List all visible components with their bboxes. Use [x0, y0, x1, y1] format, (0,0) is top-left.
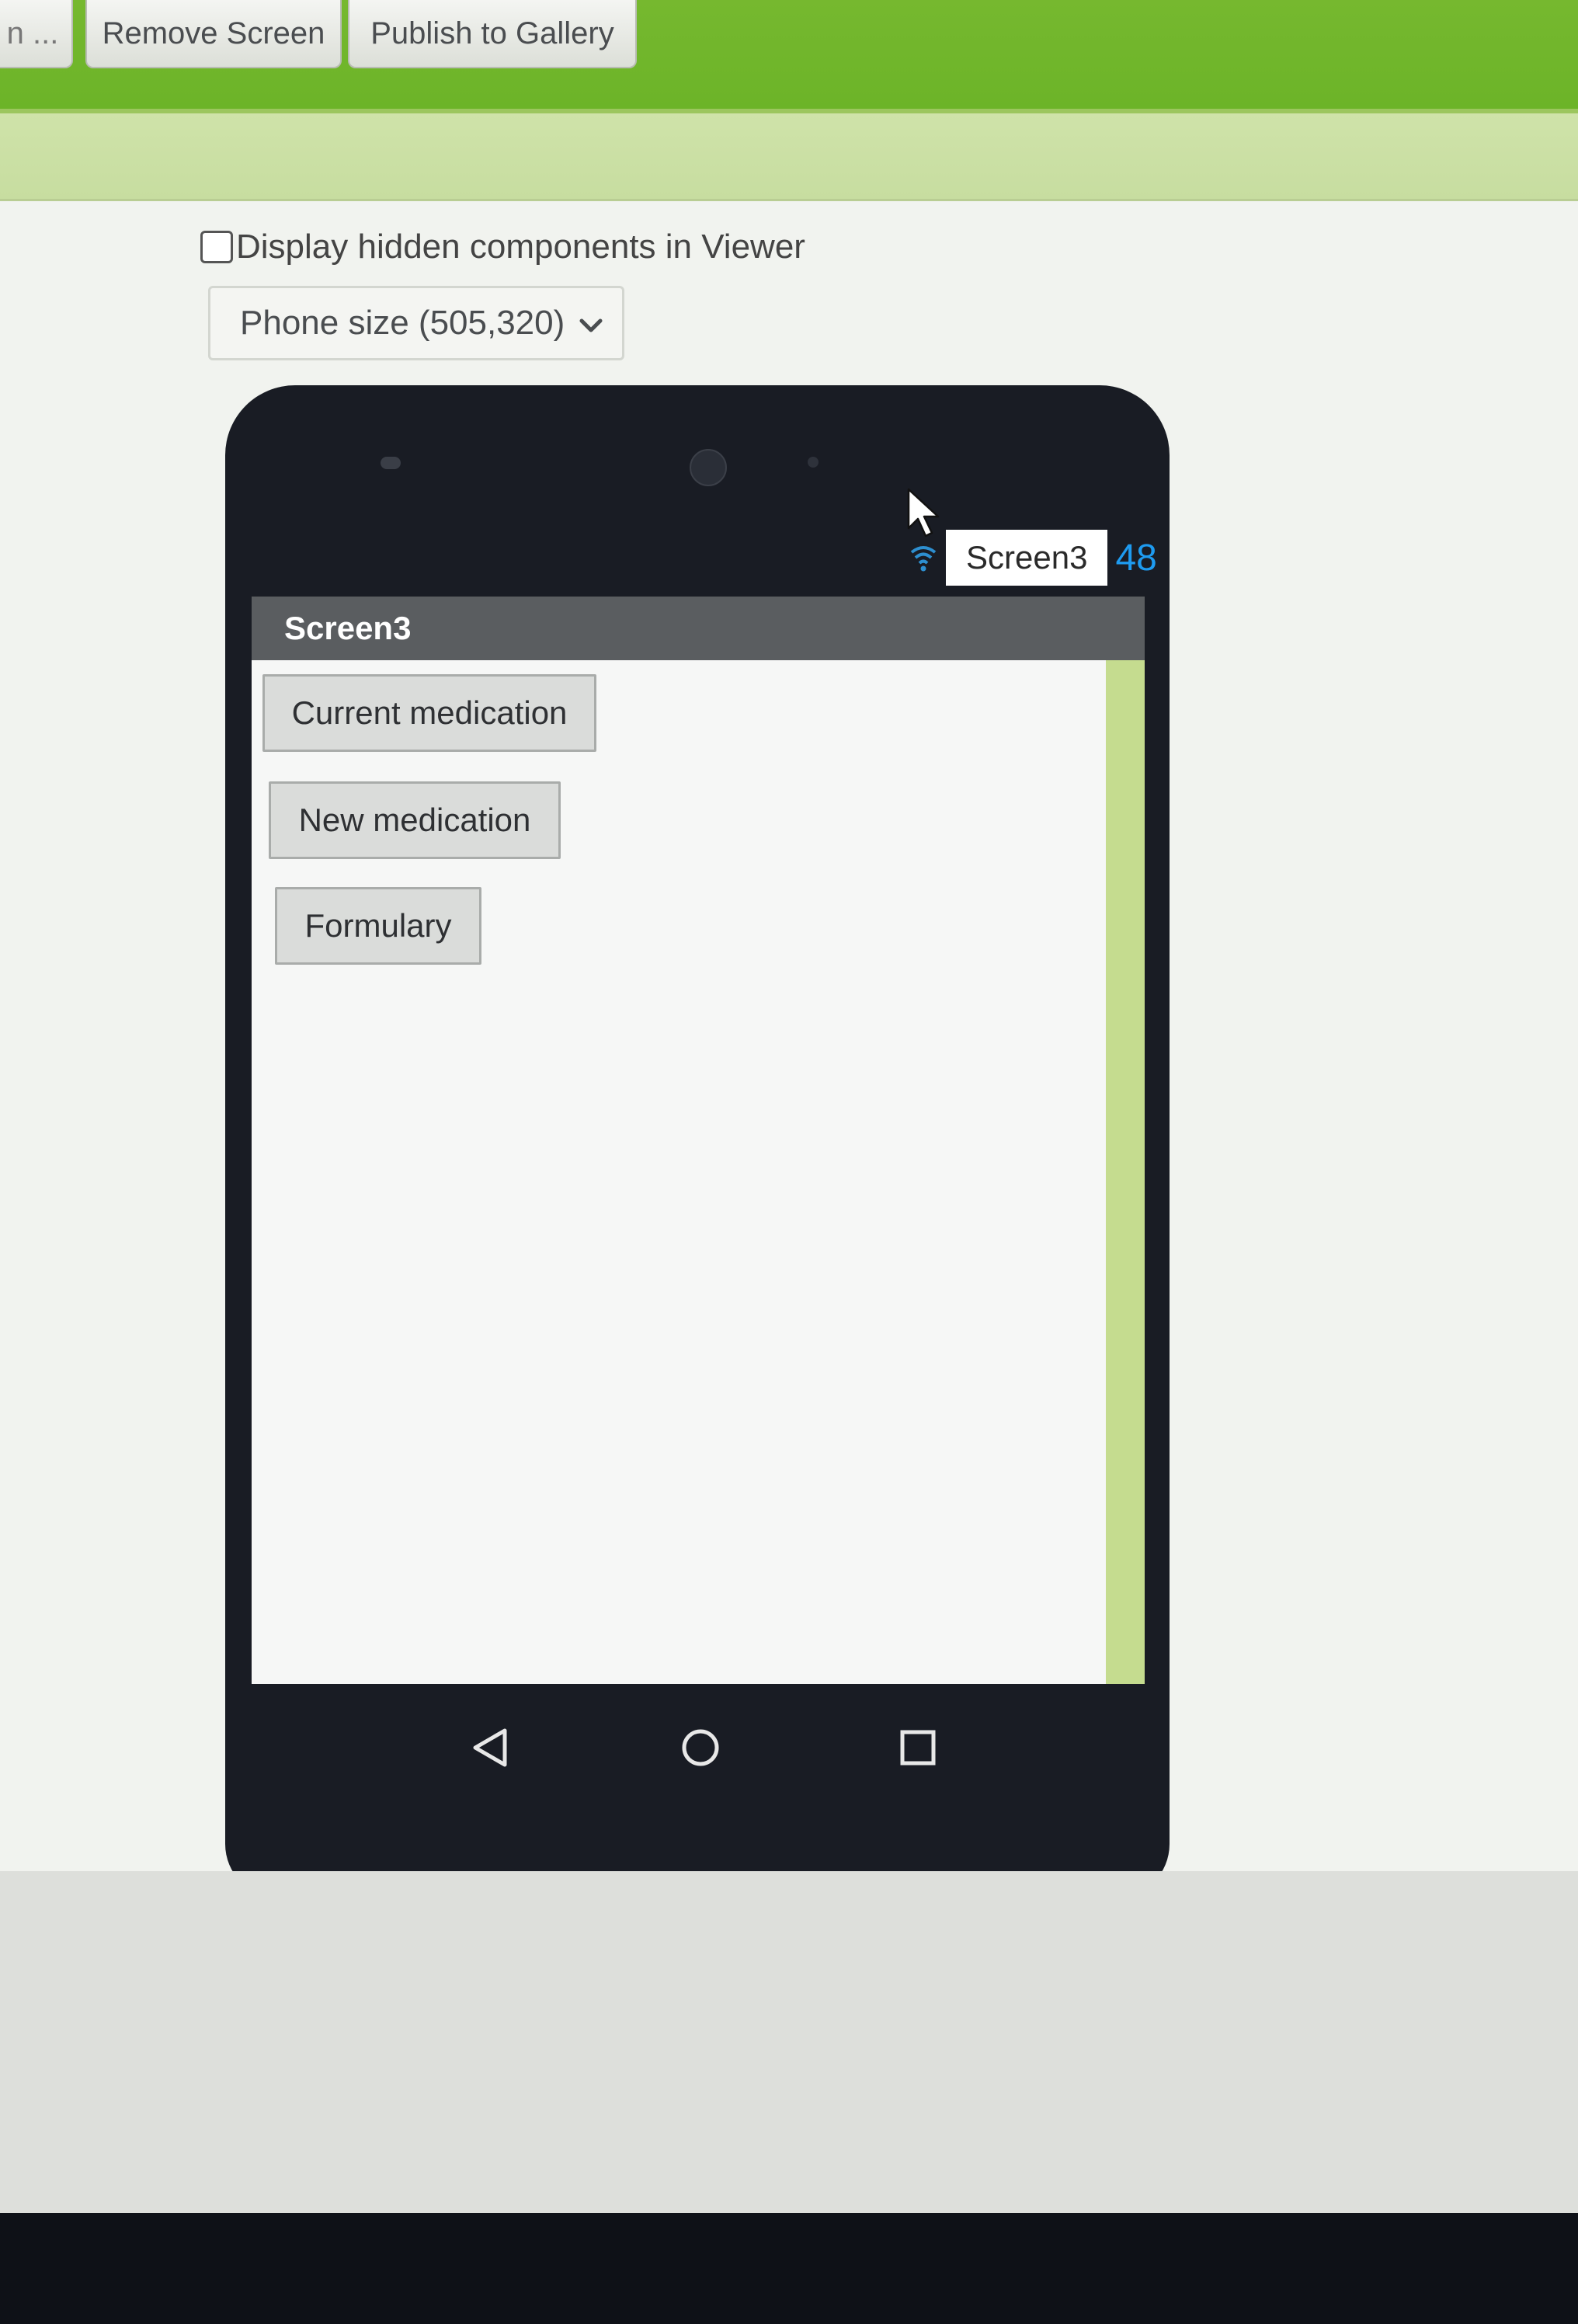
new-medication-button[interactable]: New medication [269, 781, 561, 859]
status-number: 48 [1115, 537, 1157, 579]
toolbar-partial-button[interactable]: n ... [0, 0, 73, 68]
remove-screen-button[interactable]: Remove Screen [85, 0, 342, 68]
monitor-bezel [0, 2213, 1578, 2324]
phone-nav-bar [357, 1706, 1041, 1799]
screen-title-bar: Screen3 [252, 597, 1145, 660]
hidden-components-checkbox[interactable] [200, 231, 233, 263]
mouse-cursor-icon [907, 488, 940, 538]
hidden-components-row[interactable]: Display hidden components in Viewer [200, 224, 805, 270]
recent-apps-icon[interactable] [893, 1723, 943, 1773]
phone-camera [690, 449, 727, 486]
designer-toolbar: n ... Remove Screen Publish to Gallery [0, 0, 1578, 113]
phone-status-bar: Screen3 48 [909, 530, 1157, 586]
screen-scroll-strip [1106, 660, 1145, 1684]
chevron-down-icon [579, 318, 603, 332]
phone-preview: Screen3 48 Screen3 Current medication Ne… [225, 385, 1170, 1898]
phone-speaker [381, 457, 401, 469]
publish-to-gallery-button[interactable]: Publish to Gallery [348, 0, 637, 68]
phone-sensor [808, 457, 819, 468]
formulary-button[interactable]: Formulary [275, 887, 481, 965]
phone-size-select[interactable]: Phone size (505,320) [208, 286, 624, 360]
current-medication-button[interactable]: Current medication [262, 674, 596, 752]
status-screen-title: Screen3 [946, 530, 1108, 586]
viewer-footer [0, 1871, 1578, 2213]
screen-title: Screen3 [284, 610, 412, 646]
hidden-components-label: Display hidden components in Viewer [236, 228, 805, 266]
back-icon[interactable] [466, 1723, 516, 1773]
app-screen: Screen3 Current medication New medicatio… [252, 597, 1145, 1684]
designer-subbar [0, 113, 1578, 201]
home-icon[interactable] [676, 1723, 725, 1773]
phone-size-value: Phone size (505,320) [240, 304, 565, 342]
wifi-icon [910, 546, 937, 572]
